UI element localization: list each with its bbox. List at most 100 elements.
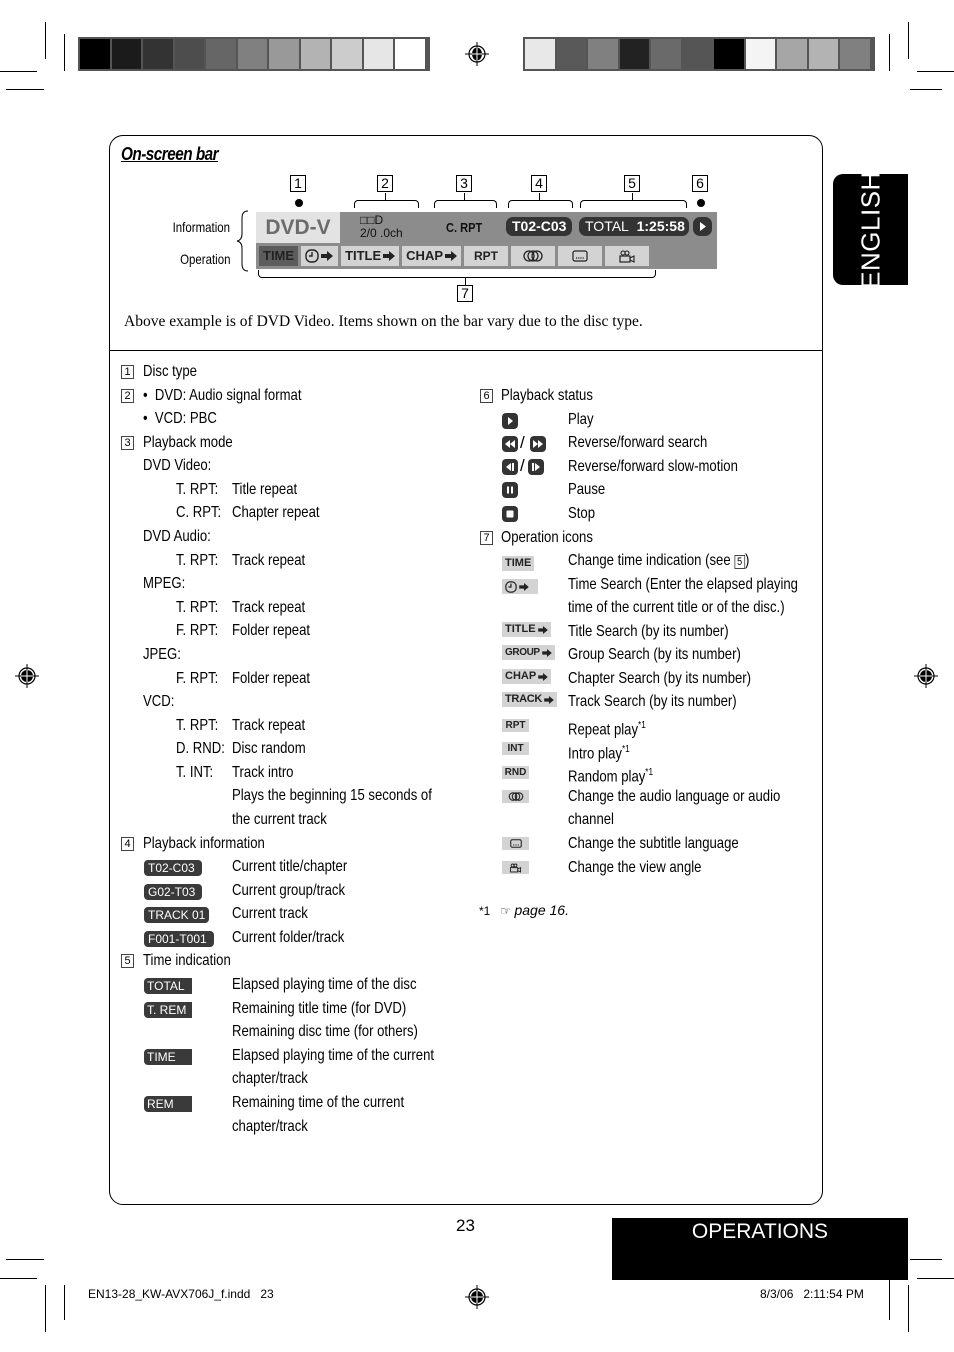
callout-tick	[632, 193, 633, 200]
color-swatch	[80, 39, 110, 69]
op-icon-label: TITLE	[505, 623, 536, 635]
callout-bracket	[434, 200, 497, 208]
callout-tick	[465, 278, 466, 285]
time-search-button[interactable]	[301, 246, 339, 266]
color-swatch	[111, 39, 141, 69]
color-swatch	[777, 39, 807, 69]
callout-bracket	[354, 200, 419, 208]
chap-button-label: CHAP	[406, 248, 444, 263]
time-text: Remaining disc time (for others)	[232, 1023, 418, 1040]
title-search-op-icon: TITLE	[502, 622, 551, 637]
op-icon-label: CHAP	[505, 670, 537, 682]
callout-tick	[539, 193, 540, 200]
group-name: DVD Video:	[143, 457, 212, 474]
slash-separator: /	[520, 456, 525, 475]
repeat-button[interactable]: RPT	[464, 246, 509, 266]
registration-mark-icon	[465, 42, 489, 66]
page-number: 23	[456, 1216, 475, 1235]
audio-format-indicator: □□D 2/0 .0ch	[360, 214, 403, 240]
op-text-part: Intro play	[568, 745, 622, 763]
mode-key: F. RPT:	[176, 670, 219, 687]
time-text: chapter/track	[232, 1070, 308, 1087]
footnote-mark: *1	[479, 904, 491, 918]
rpt-button-label: RPT	[474, 249, 499, 263]
footer-filename: EN13-28_KW-AVX706J_f.indd 23	[88, 1287, 274, 1301]
time-button[interactable]: TIME	[259, 246, 299, 266]
callout-4: 4	[531, 175, 547, 193]
pause-icon	[502, 482, 518, 498]
audio-button[interactable]	[511, 246, 556, 266]
operation-label: Operation	[179, 251, 230, 267]
bullet-item: • VCD: PBC	[143, 410, 217, 427]
op-icon-label: TRACK	[505, 693, 542, 705]
op-text: Group Search (by its number)	[568, 646, 741, 663]
chapter-tab: OPERATIONS	[612, 1218, 908, 1280]
time-badge: T. REM	[144, 1002, 192, 1018]
callout-bracket	[508, 200, 573, 208]
slash-separator: /	[520, 433, 525, 452]
item-number: 7	[480, 531, 493, 545]
page-reference-link[interactable]: page 16.	[514, 902, 569, 918]
op-text: Change the audio language or audio	[568, 788, 781, 805]
color-swatch	[745, 39, 775, 69]
op-text: Change the subtitle language	[568, 835, 739, 852]
time-search-op-icon	[502, 579, 538, 594]
callout-number: 6	[692, 175, 708, 192]
callout-number: 7	[457, 285, 473, 302]
group-search-op-icon: GROUP	[502, 645, 555, 660]
info-badge: TRACK 01	[144, 907, 209, 923]
crop-mark	[45, 22, 46, 59]
color-swatch	[237, 39, 267, 69]
chapter-search-button[interactable]: CHAP	[402, 246, 462, 266]
registration-mark-icon	[465, 1285, 489, 1309]
op-text: Time Search (Enter the elapsed playing	[568, 576, 798, 593]
mode-value: Track repeat	[232, 552, 306, 569]
subtitle-button[interactable]	[558, 246, 603, 266]
arrow-right-icon	[537, 625, 548, 634]
information-label: Information	[172, 219, 230, 235]
mode-key: D. RND:	[176, 740, 225, 757]
crop-mark	[64, 1285, 65, 1320]
crop-mark	[6, 89, 44, 90]
on-screen-bar: DVD-V □□D 2/0 .0ch C. RPT T02-C03 TOTAL …	[256, 212, 717, 269]
op-text-part: Repeat play	[568, 721, 639, 739]
op-text-part: Random play	[568, 768, 646, 786]
playback-info-badge: T02-C03	[506, 217, 573, 236]
disc-type-indicator: DVD-V	[256, 212, 340, 243]
callout-tick	[464, 193, 465, 200]
footnote-marker: *1	[645, 767, 654, 778]
status-text: Reverse/forward search	[568, 434, 708, 451]
callout-dot	[697, 199, 705, 207]
color-swatch	[714, 39, 744, 69]
arrow-right-icon	[321, 251, 334, 261]
mode-value: Disc random	[232, 740, 306, 757]
op-icon-label: TIME	[505, 557, 532, 569]
angle-button[interactable]	[605, 246, 650, 266]
time-badge: REM	[144, 1096, 192, 1112]
audio-op-icon	[502, 790, 529, 803]
callout-6: 6	[692, 175, 708, 193]
op-text: Repeat play*1	[568, 716, 646, 740]
crop-mark	[0, 71, 37, 72]
mode-key: T. RPT:	[176, 481, 219, 498]
playback-mode-indicator: C. RPT	[446, 220, 483, 235]
item-title: Time indication	[143, 952, 231, 969]
info-badge: G02-T03	[144, 884, 202, 900]
item-title: Playback information	[143, 835, 265, 852]
crop-mark	[908, 22, 909, 59]
language-tab-label: ENGLISH	[855, 170, 885, 289]
crop-mark	[6, 1259, 44, 1260]
arrow-right-icon	[544, 695, 554, 704]
item-title: Operation icons	[501, 529, 593, 546]
info-text: Current track	[232, 905, 308, 922]
op-text: Intro play*1	[568, 740, 630, 764]
item-number: 5	[121, 954, 134, 968]
registration-mark-icon	[15, 664, 39, 688]
mode-value: Track repeat	[232, 599, 306, 616]
chapter-tab-label: OPERATIONS	[691, 1220, 829, 1243]
callout-number: 3	[456, 175, 472, 192]
op-text: Chapter Search (by its number)	[568, 670, 752, 687]
item-number: 1	[121, 365, 134, 379]
color-swatch	[808, 39, 838, 69]
title-search-button[interactable]: TITLE	[341, 246, 400, 266]
